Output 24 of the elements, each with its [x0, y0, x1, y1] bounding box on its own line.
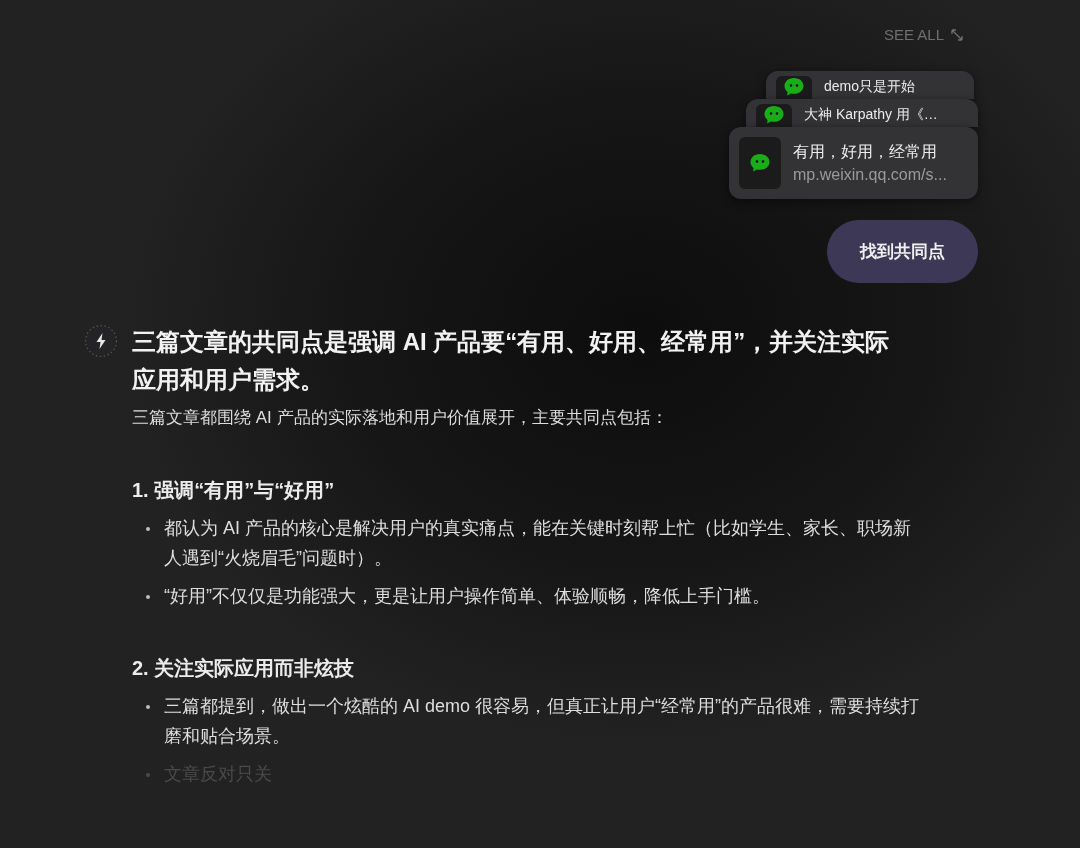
answer-headline: 三篇文章的共同点是强调 AI 产品要“有用、好用、经常用”，并关注实际应用和用户需求。: [132, 327, 891, 395]
attachment-title: 有用，好用，经常用: [793, 142, 938, 162]
attachment-card[interactable]: demo只是开始: [766, 71, 974, 99]
lightning-icon: [84, 324, 118, 358]
bullet-dot: [146, 595, 150, 599]
attachment-url: mp.weixin.qq.com/s...: [793, 166, 947, 184]
chat-app-icon: [776, 76, 812, 99]
attachment-card[interactable]: 有用，好用，经常用 mp.weixin.qq.com/s...: [729, 127, 978, 199]
attachment-title: 大神 Karpathy 用《…: [804, 106, 938, 124]
bullet-dot: [146, 705, 150, 709]
bullet-dot: [146, 527, 150, 531]
expand-icon: [950, 27, 964, 42]
section-heading: 1. 强调“有用”与“好用”: [132, 478, 336, 503]
bullet-text: 都认为 AI 产品的核心是解决用户的真实痛点，能在关键时刻帮上忙（比如学生、家长、职场新人遇到“火烧眉毛”问题时）。: [164, 517, 912, 570]
chat-app-icon: [739, 137, 781, 189]
bullet-dot: [146, 773, 150, 777]
bullet-text: “好用”不仅仅是功能强大，更是让用户操作简单、体验顺畅，降低上手门槛。: [164, 585, 771, 608]
answer-intro: 三篇文章都围绕 AI 产品的实际落地和用户价值展开，主要共同点包括：: [132, 407, 669, 429]
bullet-text: 三篇都提到，做出一个炫酷的 AI demo 很容易，但真正让用户“经常用”的产品很难，需要持续打磨和贴合场景。: [164, 695, 921, 748]
chat-app-icon: [756, 104, 792, 127]
section-heading: 2. 关注实际应用而非炫技: [132, 656, 356, 681]
attachment-card[interactable]: 大神 Karpathy 用《…: [746, 99, 978, 127]
attachment-title: demo只是开始: [824, 78, 916, 96]
user-message: 找到共同点: [827, 220, 978, 283]
